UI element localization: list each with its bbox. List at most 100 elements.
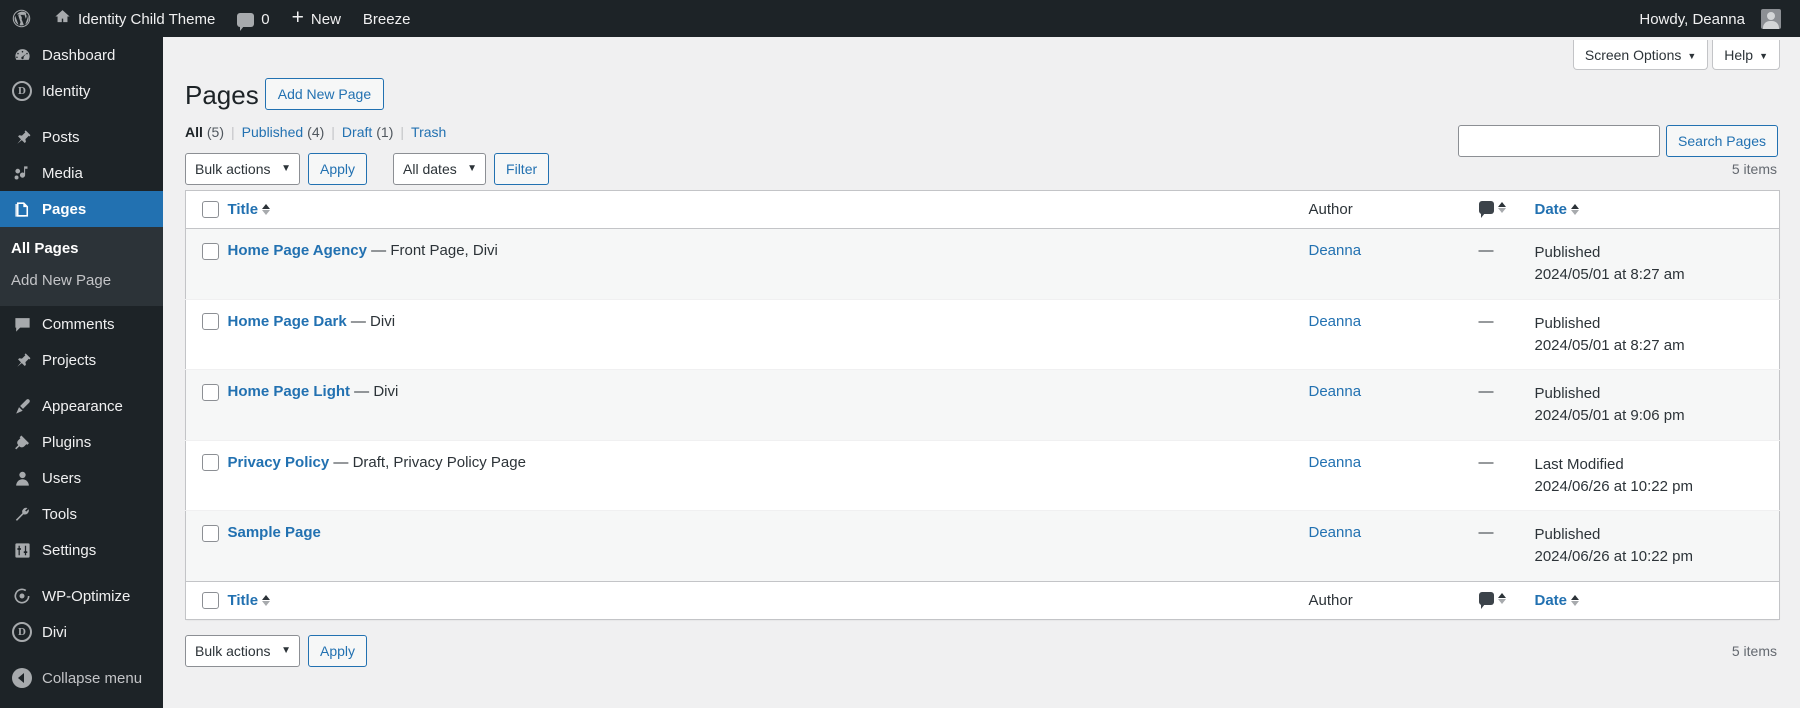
filter-link-published[interactable]: Published (4) | [242,124,342,140]
row-comments-cell: — [1478,383,1494,401]
pages-table: Title Author Date Home Page Agency — Fro… [185,189,1780,621]
author-link[interactable]: Deanna [1309,242,1362,259]
post-state: — Draft, Privacy Policy Page [329,453,526,471]
filter-link-draft[interactable]: Draft (1) | [342,124,411,140]
page-title-link[interactable]: Home Page Light [228,383,351,400]
column-footer-date[interactable]: Date [1534,580,1780,620]
date-filter-select-wrap: All dates ▼ [393,152,487,185]
new-content-menu[interactable]: + New [281,0,352,37]
sidebar-item-media[interactable]: Media [0,155,163,191]
row-checkbox[interactable] [202,313,219,331]
author-link[interactable]: Deanna [1309,524,1362,541]
bulk-actions-select-top[interactable]: Bulk actions [185,152,300,185]
site-name-label: Identity Child Theme [78,11,216,28]
column-header-title[interactable]: Title [227,190,1309,230]
menu-separator [0,568,163,578]
row-checkbox[interactable] [202,383,219,401]
sidebar-item-collapse-menu[interactable]: Collapse menu [0,660,163,696]
sort-indicator-icon[interactable] [1497,202,1506,214]
author-link[interactable]: Deanna [1309,383,1362,400]
page-title-link[interactable]: Privacy Policy [228,454,330,471]
sidebar-item-tools[interactable]: Tools [0,496,163,532]
sidebar-item-users[interactable]: Users [0,460,163,496]
bulk-actions-select-bottom[interactable]: Bulk actions [185,635,300,668]
sidebar-item-posts[interactable]: Posts [0,119,163,155]
row-checkbox[interactable] [202,242,219,260]
filter-link-count: (1) [376,123,394,140]
screen-options-button[interactable]: Screen Options ▼ [1572,40,1709,70]
sort-indicator-icon[interactable] [1497,593,1506,605]
apply-button-top[interactable]: Apply [308,152,368,185]
author-link[interactable]: Deanna [1309,313,1362,330]
menu-separator [0,378,163,388]
filter-link-label[interactable]: Draft [342,124,372,140]
add-new-page-button[interactable]: Add New Page [264,78,385,111]
sidebar-item-identity[interactable]: D Identity [0,73,163,109]
sidebar-item-divi[interactable]: D Divi [0,614,163,650]
page-title-link[interactable]: Home Page Dark [228,313,347,330]
date-filter-select[interactable]: All dates [393,152,487,185]
sidebar-item-settings[interactable]: Settings [0,532,163,568]
apply-button-bottom[interactable]: Apply [308,635,368,668]
filter-link-all[interactable]: All (5) | [185,124,242,140]
column-footer-title[interactable]: Title [227,580,1309,620]
sliders-icon [11,539,33,561]
page-title-link[interactable]: Home Page Agency [228,242,368,259]
date-value: 2024/05/01 at 9:06 pm [1534,407,1685,425]
filter-link-trash[interactable]: Trash [411,124,446,140]
author-link[interactable]: Deanna [1309,454,1362,471]
row-comments-cell: — [1478,242,1494,260]
sidebar-item-dashboard[interactable]: Dashboard [0,37,163,73]
wordpress-logo-menu[interactable] [0,0,43,37]
sidebar-item-label: Comments [42,315,115,333]
column-header-date[interactable]: Date [1534,190,1780,230]
sort-indicator-icon[interactable] [1571,204,1580,216]
filter-link-label[interactable]: Published [242,124,304,140]
select-all-checkbox-bottom[interactable] [202,592,219,610]
filter-link-label[interactable]: Trash [411,124,446,140]
table-row: Home Page Light — Divi Deanna — Publishe… [185,369,1780,441]
sidebar-item-wp-optimize[interactable]: WP-Optimize [0,578,163,614]
row-comments-cell: — [1478,524,1494,542]
column-footer-author-label: Author [1308,592,1353,610]
row-comments-cell: — [1478,312,1494,330]
select-all-checkbox-top[interactable] [202,201,219,219]
site-name-menu[interactable]: Identity Child Theme [43,0,226,37]
sidebar-item-pages[interactable]: Pages [0,191,163,227]
breeze-menu[interactable]: Breeze [352,0,422,37]
column-footer-comments[interactable] [1478,580,1535,620]
sidebar-item-comments[interactable]: Comments [0,306,163,342]
sidebar-item-label: WP-Optimize [42,587,131,605]
column-header-comments[interactable] [1478,190,1535,230]
filter-button[interactable]: Filter [494,152,550,185]
wrench-icon [11,503,33,525]
sort-indicator-icon[interactable] [1571,595,1580,607]
sidebar-item-label: Posts [42,128,80,146]
page-title-link[interactable]: Sample Page [228,524,321,541]
row-checkbox[interactable] [202,524,219,542]
filter-separator: | [400,123,405,140]
date-value: 2024/06/26 at 10:22 pm [1534,548,1693,566]
date-value: 2024/05/01 at 8:27 am [1534,336,1685,354]
row-title-cell: Home Page Dark — Divi [228,299,1309,370]
submenu-item-all-pages[interactable]: All Pages [0,233,163,265]
row-author-cell: Deanna [1309,229,1479,300]
submenu-item-add-new-page[interactable]: Add New Page [0,265,163,297]
my-account-menu[interactable]: Howdy, Deanna [1628,0,1792,37]
sidebar-item-plugins[interactable]: Plugins [0,424,163,460]
table-row: Home Page Dark — Divi Deanna — Published… [185,299,1780,370]
home-icon [54,8,71,29]
comments-menu[interactable]: 0 [226,0,280,37]
help-button[interactable]: Help ▼ [1712,40,1780,70]
row-select-cell [186,299,228,370]
filter-link-label[interactable]: All [185,124,203,140]
row-date-cell: Last Modified 2024/06/26 at 10:22 pm [1535,440,1780,511]
row-select-cell [186,370,228,441]
row-checkbox[interactable] [202,454,219,472]
column-header-author-label: Author [1308,201,1353,219]
sidebar-item-projects[interactable]: Projects [0,342,163,378]
sort-indicator-icon[interactable] [262,595,271,607]
sidebar-item-appearance[interactable]: Appearance [0,388,163,424]
select-all-header [185,190,228,230]
sort-indicator-icon[interactable] [262,204,271,216]
